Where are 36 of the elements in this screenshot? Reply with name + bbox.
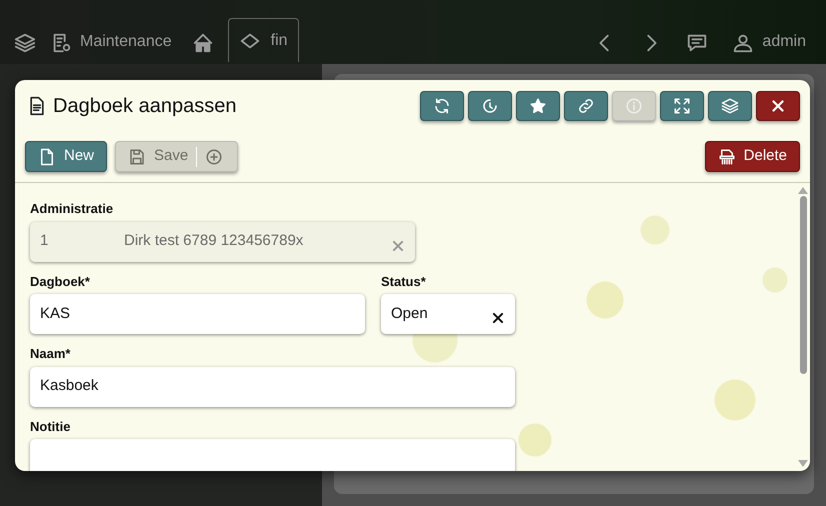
history-icon: [481, 97, 499, 115]
input-field[interactable]: KAS: [30, 294, 365, 334]
lookup-field: 1 Dirk test 6789 123456789x: [30, 222, 415, 262]
field-label: Notitie: [30, 418, 72, 436]
clear-icon[interactable]: [491, 311, 505, 326]
info-icon: [625, 97, 643, 115]
shredder-icon: [718, 146, 736, 166]
layers-button[interactable]: [708, 91, 752, 121]
field-label: Status*: [381, 272, 427, 290]
save-icon: [128, 146, 146, 166]
star-icon: [529, 97, 547, 115]
history-button[interactable]: [468, 91, 512, 121]
new-document-icon: [38, 146, 56, 166]
field-label: Administratie: [30, 200, 114, 218]
favorite-button[interactable]: [516, 91, 560, 121]
input-field[interactable]: Kasboek: [30, 366, 515, 406]
expand-icon: [673, 97, 691, 115]
link-icon: [577, 97, 595, 115]
user-name[interactable]: admin: [762, 30, 806, 54]
add-icon: [205, 146, 224, 166]
select-field[interactable]: Open: [381, 294, 515, 334]
maximize-button[interactable]: [660, 91, 704, 121]
nav-tab[interactable]: fin: [228, 18, 299, 62]
dialog-title: Dagboek aanpassen: [53, 94, 236, 118]
new-button[interactable]: New: [25, 141, 108, 172]
field-label: Dagboek*: [30, 272, 91, 291]
close-button[interactable]: [756, 91, 800, 121]
delete-button[interactable]: Delete: [704, 141, 800, 172]
link-button[interactable]: [564, 91, 608, 121]
module-link[interactable]: Maintenance: [80, 30, 172, 54]
home-icon[interactable]: [192, 32, 214, 54]
refresh-button[interactable]: [420, 91, 464, 121]
field-label: Naam*: [30, 345, 72, 363]
layers-icon: [721, 97, 739, 115]
layers-icon[interactable]: [14, 32, 36, 54]
refresh-icon: [433, 97, 451, 115]
